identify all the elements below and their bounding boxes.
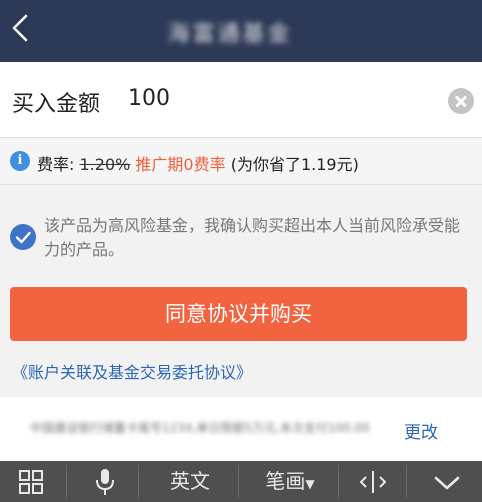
keyboard-english-key[interactable]: 英文 xyxy=(150,461,230,502)
amount-label: 买入金额 xyxy=(12,92,101,117)
fee-row: i 费率: 1.20% 推广期0费率 (为你省了1.19元) xyxy=(0,139,482,185)
keyboard-stroke-key[interactable]: 笔画▼ xyxy=(250,461,330,502)
fee-saving: (为你省了1.19元) xyxy=(230,155,359,174)
amount-input[interactable] xyxy=(128,86,428,111)
keyboard-cursor-key[interactable] xyxy=(348,461,398,502)
fee-label: 费率: xyxy=(37,155,75,174)
info-icon: i xyxy=(10,151,30,171)
keyboard-stroke-label: 笔画 xyxy=(265,469,306,493)
agree-and-buy-button[interactable]: 同意协议并购买 xyxy=(10,287,467,341)
keyboard-divider xyxy=(66,465,67,498)
keyboard-grid-key[interactable] xyxy=(0,461,62,502)
top-nav-bar: 海富通基金 xyxy=(0,0,482,62)
checkbox-checked-icon[interactable] xyxy=(10,224,36,250)
triangle-down-icon: ▼ xyxy=(305,477,315,491)
keyboard-voice-key[interactable] xyxy=(80,461,130,502)
clear-icon[interactable] xyxy=(448,88,474,114)
payment-account-text: 中国建设银行储蓄卡尾号1234,单日限额5万元,本次支付100.00元 xyxy=(30,421,370,435)
fee-text: 费率: 1.20% 推广期0费率 (为你省了1.19元) xyxy=(37,151,359,175)
chevron-down-icon xyxy=(434,476,460,490)
fee-old-rate: 1.20% xyxy=(79,155,131,174)
keyboard-toolbar: 英文 笔画▼ xyxy=(0,461,482,502)
grid-icon xyxy=(19,470,43,494)
keyboard-divider xyxy=(138,465,139,498)
checkmark-icon xyxy=(15,231,31,244)
account-agreement-link[interactable]: 《账户关联及基金交易委托协议》 xyxy=(12,359,252,383)
keyboard-divider xyxy=(406,465,407,498)
risk-agreement-text: 该产品为高风险基金，我确认购买超出本人当前风险承受能力的产品。 xyxy=(44,216,461,259)
microphone-icon xyxy=(96,469,114,495)
keyboard-divider xyxy=(338,465,339,498)
back-button[interactable] xyxy=(6,10,36,46)
keyboard-hide-key[interactable] xyxy=(416,461,478,502)
cursor-move-icon xyxy=(359,471,387,493)
keyboard-divider xyxy=(238,465,239,498)
amount-row: 买入金额 xyxy=(0,62,482,138)
fee-promo: 推广期0费率 xyxy=(135,155,226,174)
chevron-left-icon xyxy=(12,14,28,42)
change-account-link[interactable]: 更改 xyxy=(404,418,438,443)
page-title: 海富通基金 xyxy=(167,22,293,44)
